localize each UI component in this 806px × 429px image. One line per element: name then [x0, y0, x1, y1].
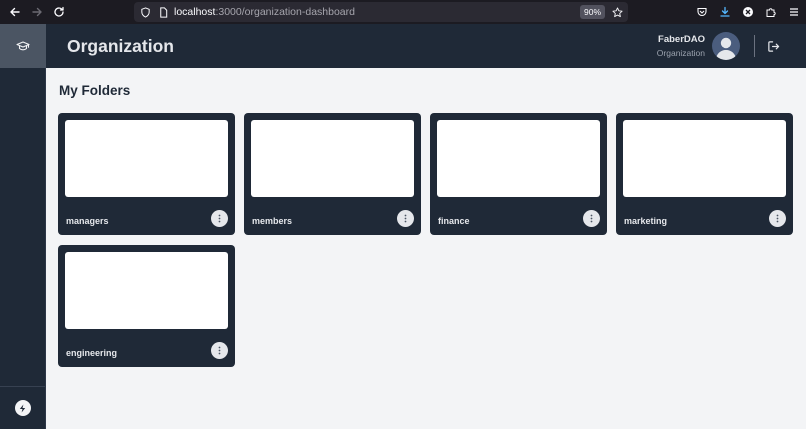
folder-menu-button[interactable] [769, 210, 786, 227]
user-avatar-icon [716, 37, 736, 60]
logout-button[interactable] [764, 37, 782, 55]
url-path: :3000/organization-dashboard [215, 6, 355, 18]
folder-card[interactable]: members [244, 113, 421, 235]
folder-name: finance [438, 216, 470, 226]
reload-icon [54, 6, 64, 17]
browser-toolbar: localhost:3000/organization-dashboard 90… [0, 0, 806, 24]
lightning-bolt-button[interactable] [14, 400, 31, 416]
folder-name: members [252, 216, 293, 226]
kebab-menu-icon [218, 346, 221, 355]
kebab-menu-icon [776, 214, 779, 223]
arrow-left-icon [10, 7, 20, 17]
kebab-menu-icon [590, 214, 593, 223]
extensions-button[interactable] [759, 0, 782, 24]
folder-card[interactable]: finance [430, 113, 607, 235]
url-text[interactable]: localhost:3000/organization-dashboard [174, 6, 355, 18]
download-icon [719, 6, 730, 17]
folder-menu-button[interactable] [211, 342, 228, 359]
folder-name: marketing [624, 216, 668, 226]
folder-name: managers [66, 216, 109, 226]
arrow-right-icon [32, 7, 42, 17]
url-host: localhost [174, 6, 216, 18]
bookmark-star-icon[interactable] [608, 2, 626, 22]
page-title: Organization [67, 36, 174, 56]
sidebar [0, 24, 46, 429]
folder-card[interactable]: managers [58, 113, 235, 235]
page-icon[interactable] [154, 2, 172, 22]
downloads-button[interactable] [713, 0, 736, 24]
avatar[interactable] [712, 32, 740, 60]
graduation-cap-icon [16, 41, 30, 51]
folder-menu-button[interactable] [397, 210, 414, 227]
section-title: My Folders [59, 83, 131, 98]
pocket-icon [696, 7, 707, 17]
logout-icon [767, 40, 779, 52]
folder-menu-button[interactable] [583, 210, 600, 227]
main-content: My Folders managers members finance mark… [46, 68, 806, 429]
zoom-badge[interactable]: 90% [580, 5, 606, 19]
sidebar-footer [0, 386, 45, 429]
shield-icon[interactable] [136, 2, 154, 22]
folder-card[interactable]: marketing [616, 113, 793, 235]
folder-thumbnail[interactable] [251, 120, 414, 197]
back-button[interactable] [4, 0, 26, 24]
kebab-menu-icon [404, 214, 407, 223]
folder-thumbnail[interactable] [65, 252, 228, 329]
pocket-button[interactable] [690, 0, 713, 24]
folder-thumbnail[interactable] [65, 120, 228, 197]
lightning-bolt-icon [19, 403, 26, 413]
hamburger-icon [789, 8, 798, 16]
puzzle-icon [766, 8, 776, 17]
folder-thumbnail[interactable] [623, 120, 786, 197]
forward-button[interactable] [26, 0, 48, 24]
menu-button[interactable] [782, 0, 805, 24]
browser-toolbar-right [690, 0, 805, 24]
user-name: FaberDAO [658, 34, 705, 45]
circle-x-icon [742, 7, 753, 17]
reload-button[interactable] [48, 0, 70, 24]
user-role: Organization [656, 48, 705, 58]
folder-card[interactable]: engineering [58, 245, 235, 367]
folder-name: engineering [66, 348, 118, 358]
header-divider [754, 35, 755, 57]
app-header: Organization FaberDAO Organization [46, 24, 806, 68]
extension-x-button[interactable] [736, 0, 759, 24]
sidebar-logo-button[interactable] [0, 24, 46, 68]
url-bar[interactable]: localhost:3000/organization-dashboard 90… [134, 2, 628, 22]
folder-thumbnail[interactable] [437, 120, 600, 197]
kebab-menu-icon [218, 214, 221, 223]
folder-menu-button[interactable] [211, 210, 228, 227]
